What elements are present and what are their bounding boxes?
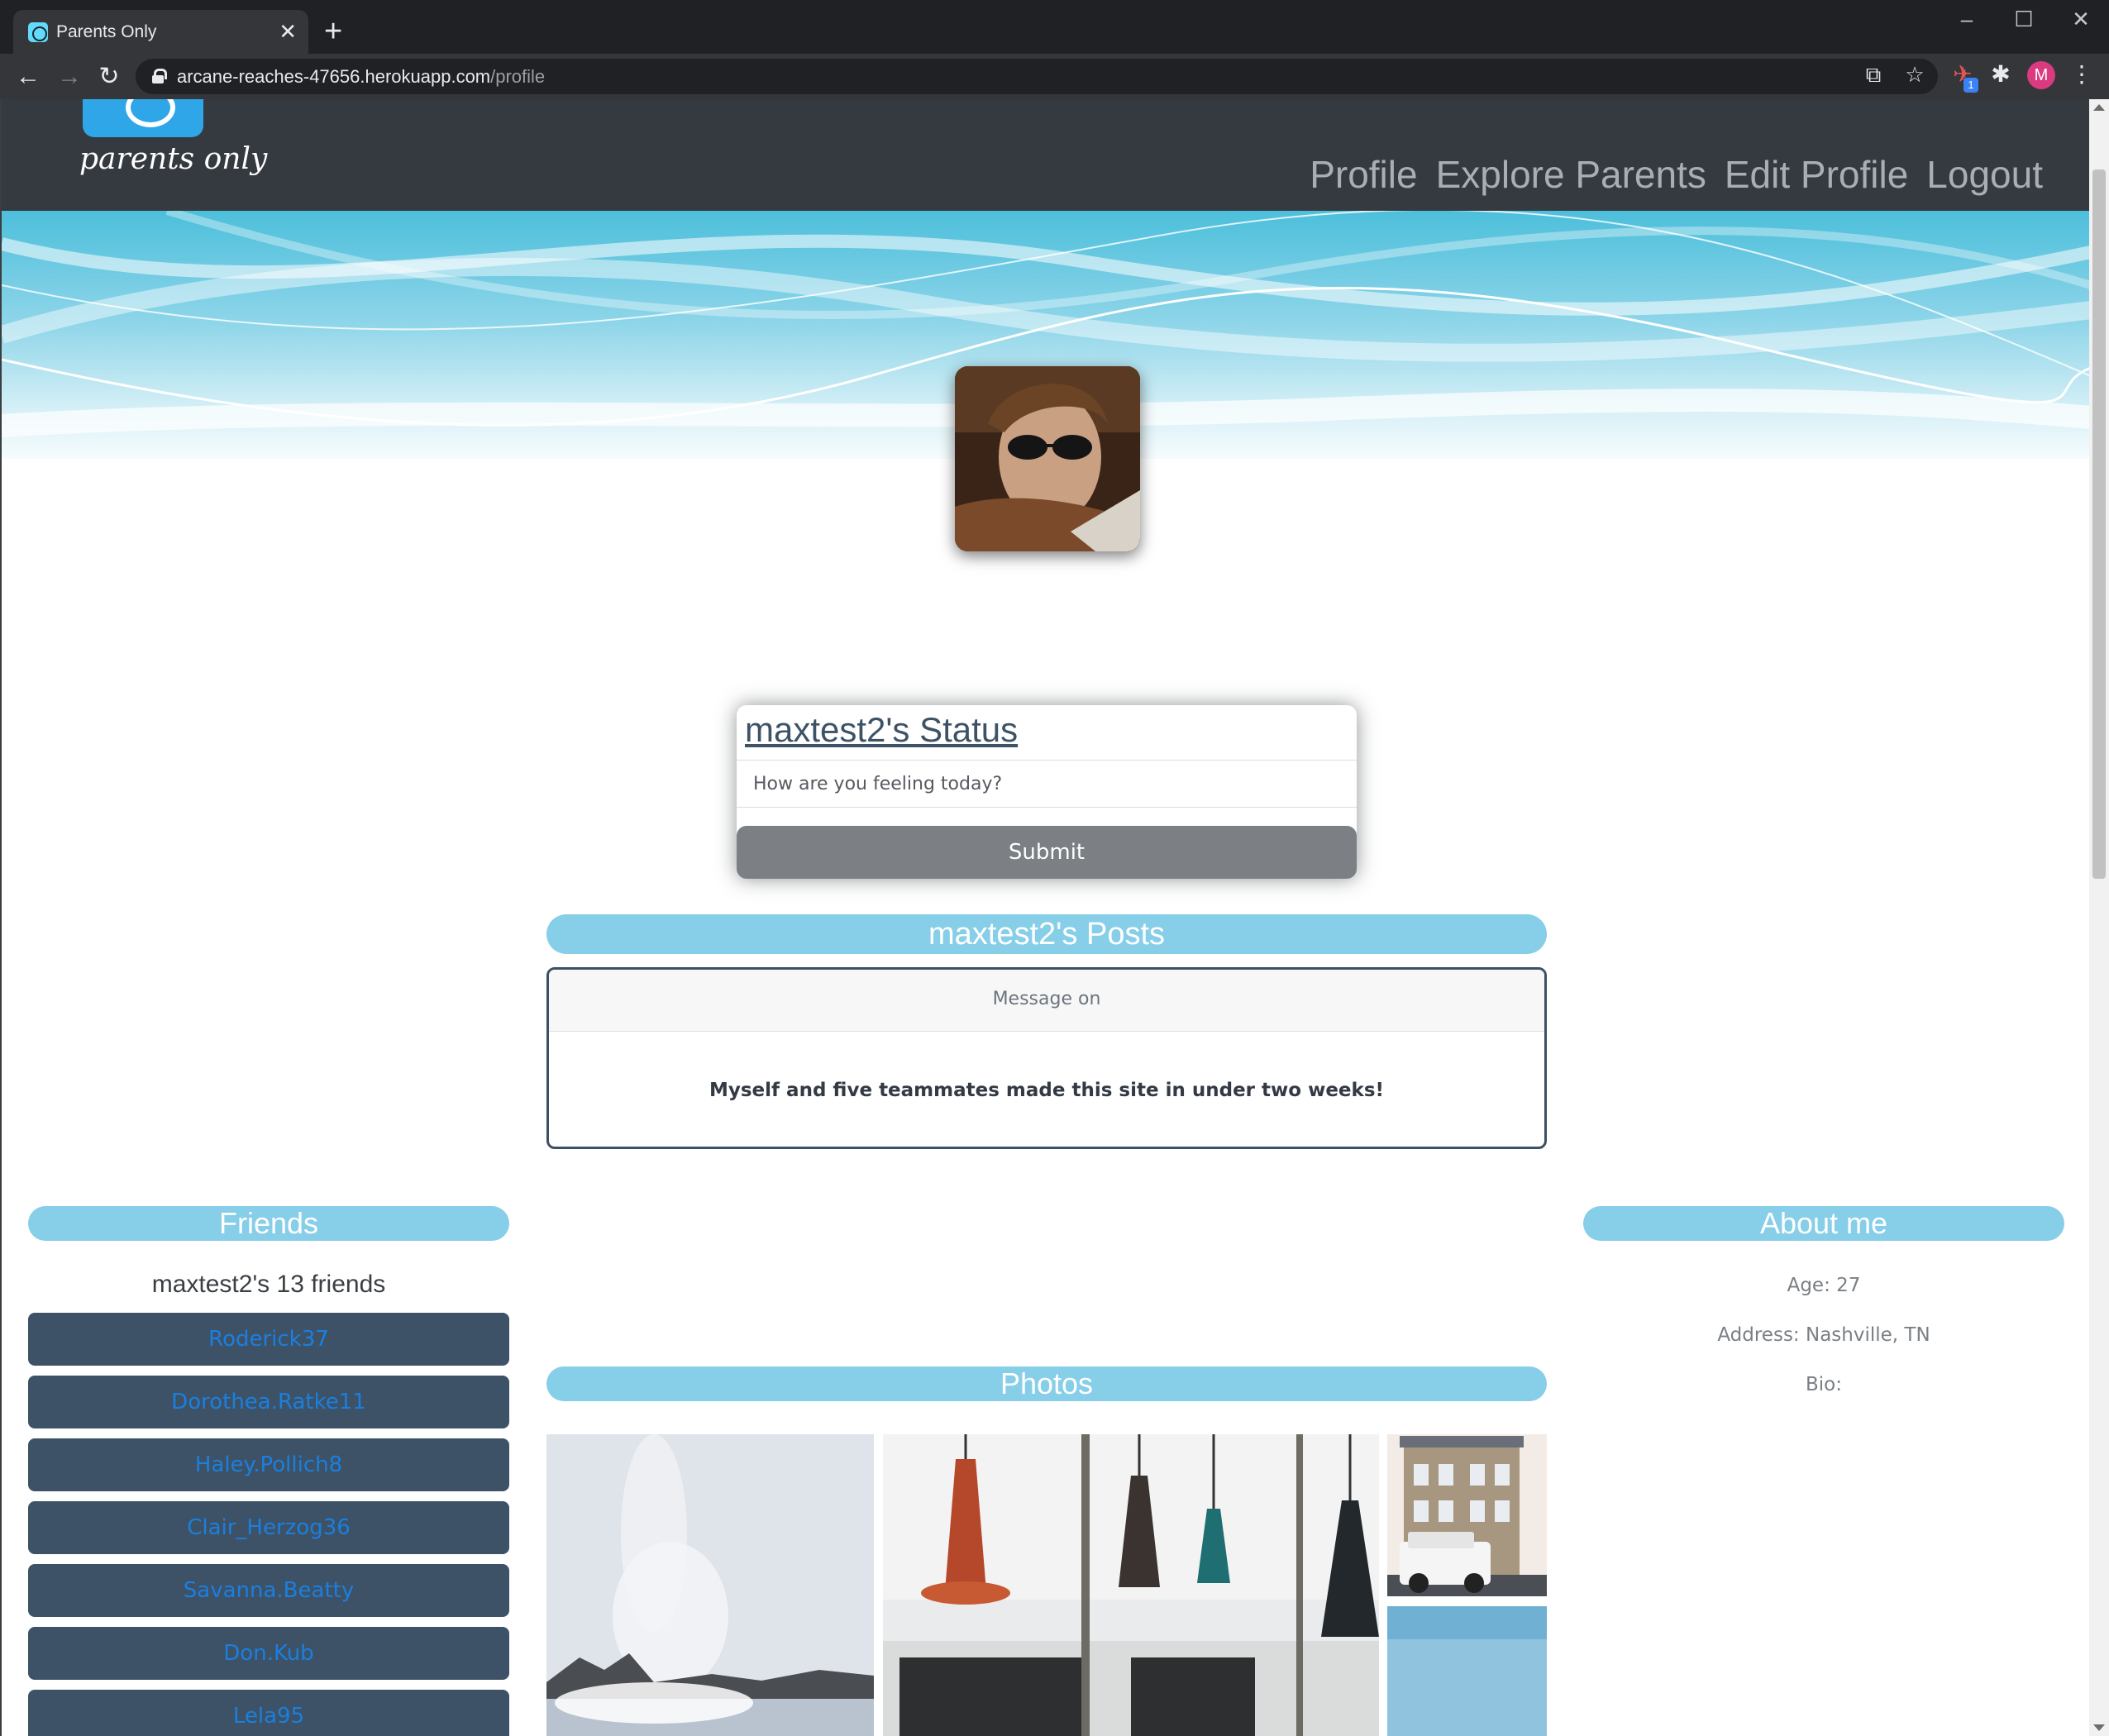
forward-arrow-icon[interactable]: →: [55, 62, 84, 92]
logo-text: parents only: [79, 142, 268, 176]
puzzle-icon[interactable]: ✱: [1986, 60, 2016, 88]
photo-geyser[interactable]: [546, 1434, 874, 1736]
tab-title: Parents Only: [56, 22, 157, 41]
browser-toolbar: ← → ↻ arcane-reaches-47656.herokuapp.com…: [0, 54, 2109, 99]
photo-sky[interactable]: [1387, 1606, 1547, 1736]
friend-link[interactable]: Savanna.Beatty: [28, 1564, 509, 1617]
profile-avatar[interactable]: M: [2027, 61, 2055, 89]
about-address: Address: Nashville, TN: [1717, 1324, 1930, 1346]
photo-building[interactable]: [1387, 1434, 1547, 1596]
tab-close-icon[interactable]: ✕: [279, 19, 297, 44]
minimize-icon[interactable]: –: [1950, 7, 1983, 32]
logo-icon[interactable]: [83, 99, 203, 137]
nav-logout[interactable]: Logout: [1926, 152, 2043, 197]
lock-icon: [152, 69, 167, 83]
friend-link[interactable]: Dorothea.Ratke11: [28, 1376, 509, 1428]
status-card: maxtest2's Status Submit: [737, 705, 1357, 879]
url-path: /profile: [490, 66, 546, 87]
react-favicon-icon: [28, 22, 48, 42]
friend-link[interactable]: Clair_Herzog36: [28, 1501, 509, 1554]
friend-link[interactable]: Haley.Pollich8: [28, 1438, 509, 1491]
posts-heading: maxtest2's Posts: [546, 914, 1547, 954]
status-title[interactable]: maxtest2's Status: [745, 710, 1018, 750]
friend-link[interactable]: Don.Kub: [28, 1627, 509, 1680]
page-viewport: parents only Profile Explore Parents Edi…: [0, 99, 2089, 1736]
browser-tab-bar: Parents Only ✕ + – ☐ ✕: [0, 0, 2109, 54]
back-arrow-icon[interactable]: ←: [13, 62, 43, 92]
scroll-down-icon[interactable]: [2093, 1724, 2105, 1731]
url-text[interactable]: arcane-reaches-47656.herokuapp.com/profi…: [177, 66, 545, 88]
friend-link[interactable]: Lela95: [28, 1690, 509, 1736]
page-scrollbar[interactable]: [2089, 99, 2109, 1736]
site-header: parents only Profile Explore Parents Edi…: [2, 99, 2089, 211]
open-in-app-icon[interactable]: ⧉: [1859, 62, 1887, 88]
post-card: Message on Myself and five teammates mad…: [546, 967, 1547, 1149]
about-heading: About me: [1583, 1206, 2064, 1241]
status-input[interactable]: [737, 760, 1357, 808]
close-window-icon[interactable]: ✕: [2064, 7, 2097, 32]
nav-edit-profile[interactable]: Edit Profile: [1725, 152, 1908, 197]
scrollbar-thumb[interactable]: [2092, 169, 2106, 879]
submit-button[interactable]: Submit: [737, 826, 1357, 879]
photo-lamps[interactable]: [883, 1434, 1379, 1736]
new-tab-button[interactable]: +: [324, 15, 342, 48]
friends-heading: Friends: [28, 1206, 509, 1241]
about-bio: Bio:: [1806, 1374, 1842, 1395]
bookmark-star-icon[interactable]: ☆: [1901, 62, 1929, 88]
url-host: arcane-reaches-47656.herokuapp.com: [177, 66, 491, 87]
friends-count: maxtest2's 13 friends: [151, 1271, 386, 1298]
reload-icon[interactable]: ↻: [94, 62, 124, 92]
friend-link[interactable]: Roderick37: [28, 1313, 509, 1366]
extension-badge: 1: [1963, 78, 1978, 93]
main-nav: Profile Explore Parents Edit Profile Log…: [1310, 152, 2043, 197]
post-body: Myself and five teammates made this site…: [709, 1080, 1385, 1101]
address-bar[interactable]: arcane-reaches-47656.herokuapp.com/profi…: [136, 59, 1938, 94]
about-age: Age: 27: [1787, 1275, 1861, 1296]
more-menu-icon[interactable]: ⋮: [2067, 60, 2097, 88]
browser-tab[interactable]: Parents Only ✕: [13, 10, 308, 54]
post-header: Message on: [549, 970, 1544, 1032]
photos-heading: Photos: [546, 1366, 1547, 1401]
maximize-icon[interactable]: ☐: [2007, 7, 2040, 32]
scroll-up-icon[interactable]: [2093, 104, 2105, 111]
profile-picture[interactable]: [955, 366, 1140, 551]
nav-explore-parents[interactable]: Explore Parents: [1436, 152, 1706, 197]
nav-profile[interactable]: Profile: [1310, 152, 1417, 197]
